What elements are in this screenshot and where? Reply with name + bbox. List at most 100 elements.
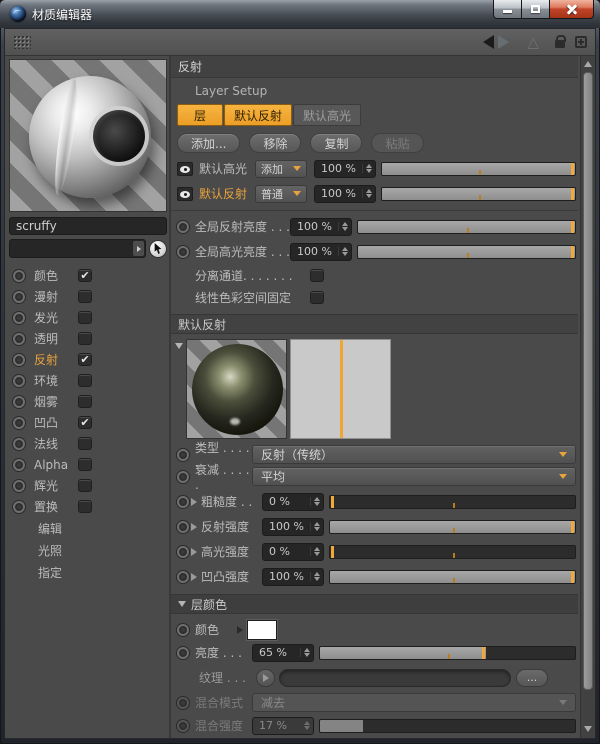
shader-arrow-icon[interactable] (133, 241, 145, 256)
channel-checkbox[interactable]: ✔ (78, 269, 92, 282)
visibility-eye-icon[interactable] (177, 161, 193, 176)
channel-checkbox[interactable] (78, 290, 92, 303)
texture-field[interactable] (279, 668, 511, 687)
collapse-arrow-icon (178, 601, 186, 607)
channel-row-bump[interactable]: 凹凸 ✔ (9, 412, 167, 433)
channel-checkbox[interactable] (78, 479, 92, 492)
material-name-input[interactable] (9, 217, 167, 235)
layer-row-default-reflection: 默认反射 普通 100 % (177, 184, 578, 203)
tab-default-specular[interactable]: 默认高光 (293, 104, 362, 126)
scroll-up-button[interactable] (581, 56, 595, 71)
shader-field[interactable] (9, 239, 147, 258)
minimize-button[interactable] (493, 0, 522, 19)
separate-pass-checkbox[interactable] (310, 269, 324, 282)
channel-checkbox[interactable]: ✔ (78, 416, 92, 429)
blend-mode-row: 混合模式 减去 (177, 693, 578, 712)
value-slider[interactable] (329, 494, 576, 509)
channel-checkbox[interactable] (78, 311, 92, 324)
reflection-strength-row: 反射强度 100 % (177, 517, 578, 536)
channel-row-normal[interactable]: 法线 (9, 433, 167, 454)
value-spinner[interactable]: 100 % (290, 217, 352, 236)
linear-colorspace-checkbox[interactable] (310, 291, 324, 304)
color-swatch[interactable] (247, 619, 277, 640)
channel-row-environment[interactable]: 环境 (9, 370, 167, 391)
value-spinner[interactable]: 100 % (314, 184, 376, 203)
channel-checkbox[interactable] (78, 332, 92, 345)
value-spinner[interactable]: 100 % (262, 517, 324, 536)
add-panel-icon[interactable] (575, 36, 587, 48)
remove-button[interactable]: 移除 (249, 133, 302, 153)
separate-pass-row: 分离通道. . . . . . . (195, 268, 578, 283)
channel-checkbox[interactable]: ✔ (78, 353, 92, 366)
expand-arrow-icon[interactable] (191, 522, 197, 531)
pick-material-button[interactable] (149, 239, 167, 258)
channel-row-displacement[interactable]: 置换 (9, 496, 167, 517)
titlebar[interactable]: 材质编辑器 (0, 0, 600, 28)
type-dropdown[interactable]: 反射（传统） (252, 445, 576, 464)
value-slider[interactable] (329, 519, 576, 534)
value-spinner[interactable]: 100 % (314, 159, 376, 178)
blendmode-dropdown[interactable]: 普通 (255, 184, 307, 203)
falloff-dropdown[interactable]: 平均 (252, 467, 576, 486)
radio-icon (13, 479, 25, 492)
value-spinner[interactable]: 0 % (262, 542, 324, 561)
value-spinner[interactable]: 100 % (262, 567, 324, 586)
back-icon[interactable] (483, 35, 495, 49)
radio-icon (13, 395, 25, 408)
texture-expand-button[interactable] (256, 668, 275, 687)
collapse-arrow-icon[interactable] (175, 343, 183, 349)
sidebar-item-illumination[interactable]: 光照 (9, 539, 167, 561)
falloff-curve-panel[interactable] (290, 339, 391, 439)
expand-arrow-icon[interactable] (191, 497, 197, 506)
chevron-down-icon (293, 191, 301, 196)
channel-row-reflection[interactable]: 反射 ✔ (9, 349, 167, 370)
copy-button[interactable]: 复制 (310, 133, 363, 153)
expand-arrow-icon[interactable] (237, 625, 243, 634)
radio-icon (13, 500, 25, 513)
vertical-scrollbar[interactable] (580, 56, 595, 738)
value-spinner[interactable]: 0 % (262, 492, 324, 511)
channel-row-diffusion[interactable]: 漫射 (9, 286, 167, 307)
channel-checkbox[interactable] (78, 374, 92, 387)
value-slider[interactable] (357, 219, 576, 234)
close-button[interactable] (549, 0, 594, 19)
lock-icon[interactable] (555, 35, 566, 48)
channel-checkbox[interactable] (78, 395, 92, 408)
value-spinner[interactable]: 65 % (252, 643, 314, 662)
channel-checkbox[interactable] (78, 458, 92, 471)
scrollbar-thumb[interactable] (583, 72, 593, 690)
texture-browse-button[interactable]: ... (516, 668, 548, 687)
channel-row-luminance[interactable]: 发光 (9, 307, 167, 328)
maximize-button[interactable] (522, 0, 549, 19)
value-slider[interactable] (357, 244, 576, 259)
expand-arrow-icon[interactable] (191, 547, 197, 556)
reflection-preview-thumb[interactable] (186, 339, 287, 439)
channel-checkbox[interactable] (78, 500, 92, 513)
expand-arrow-icon[interactable] (191, 572, 197, 581)
channel-row-alpha[interactable]: Alpha (9, 454, 167, 475)
visibility-eye-icon[interactable] (177, 186, 193, 201)
value-slider[interactable] (381, 186, 576, 201)
reflection-panel: 反射 Layer Setup 层 默认反射 默认高光 添加... 移除 复制 粘… (171, 56, 580, 738)
add-button[interactable]: 添加... (177, 133, 241, 153)
value-slider[interactable] (381, 161, 576, 176)
value-slider[interactable] (329, 569, 576, 584)
channel-row-color[interactable]: 颜色 ✔ (9, 265, 167, 286)
drag-grip[interactable] (13, 35, 31, 49)
channel-row-glow[interactable]: 辉光 (9, 475, 167, 496)
sidebar-item-edit[interactable]: 编辑 (9, 517, 167, 539)
channel-row-fog[interactable]: 烟雾 (9, 391, 167, 412)
tab-layers[interactable]: 层 (177, 104, 223, 126)
value-spinner[interactable]: 100 % (290, 242, 352, 261)
value-slider[interactable] (319, 645, 576, 660)
scroll-down-button[interactable] (581, 721, 595, 736)
layer-color-section-header[interactable]: 层颜色 (171, 594, 578, 614)
specular-strength-row: 高光强度 0 % (177, 542, 578, 561)
material-preview[interactable] (9, 59, 167, 212)
channel-row-transparency[interactable]: 透明 (9, 328, 167, 349)
sidebar-item-assign[interactable]: 指定 (9, 561, 167, 583)
blendmode-dropdown[interactable]: 添加 (255, 159, 307, 178)
value-slider[interactable] (329, 544, 576, 559)
channel-checkbox[interactable] (78, 437, 92, 450)
tab-default-reflection[interactable]: 默认反射 (224, 104, 293, 126)
